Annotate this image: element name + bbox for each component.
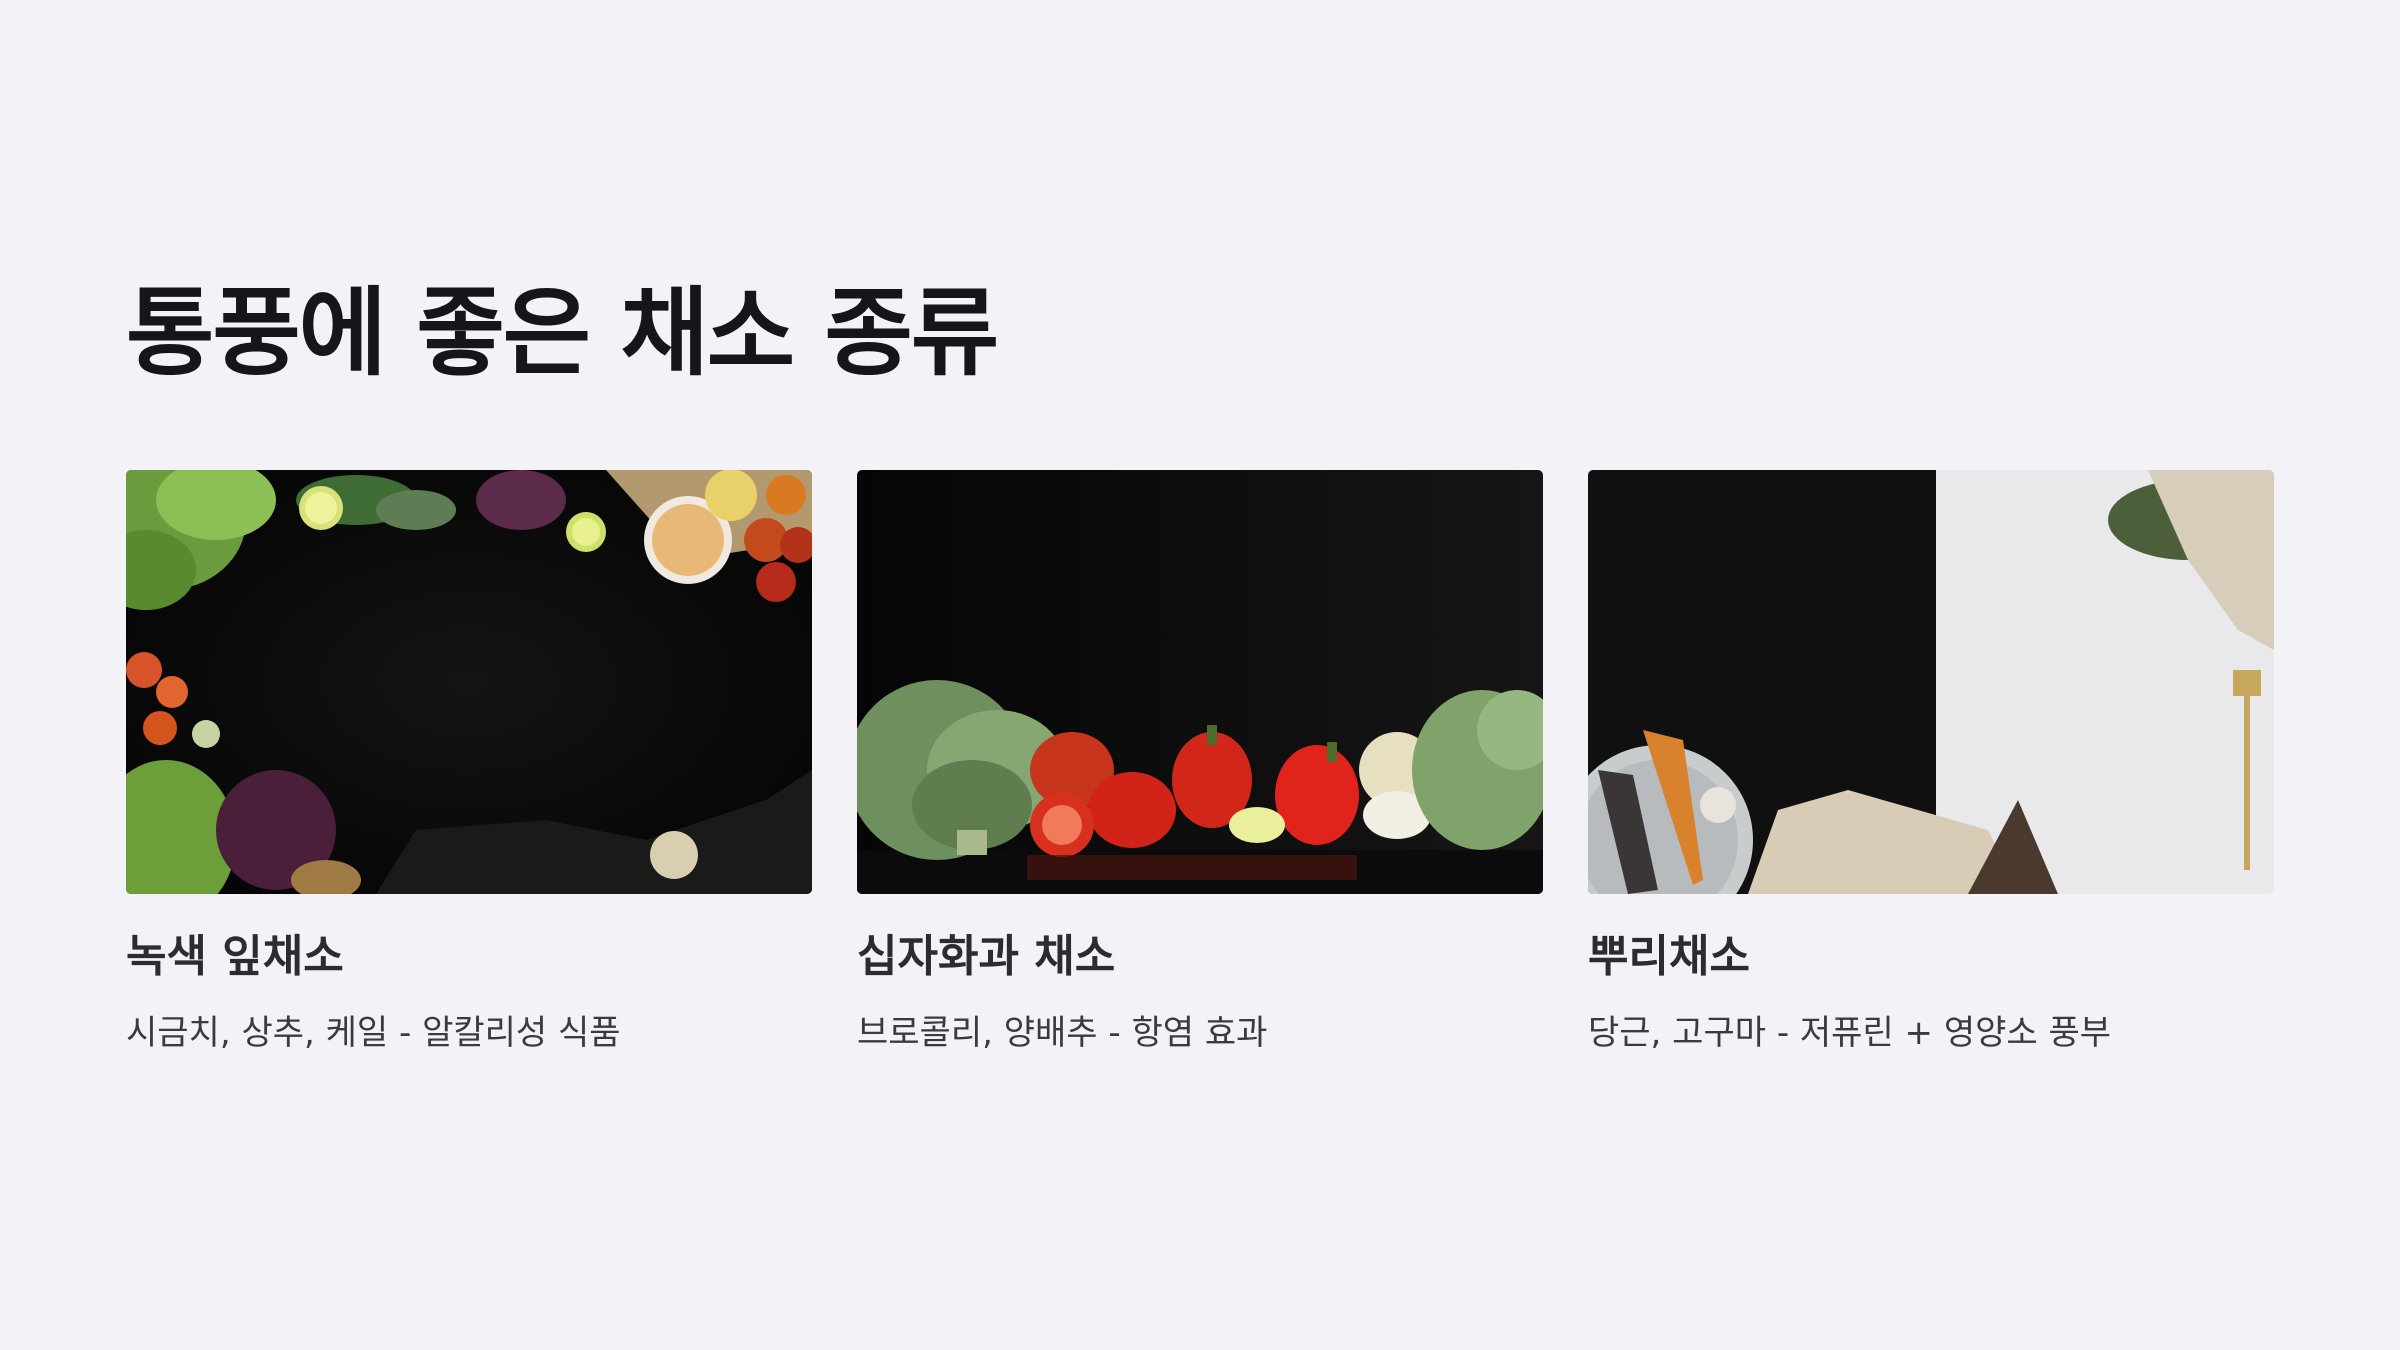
card-leafy-greens: 녹색 잎채소 시금치, 상추, 케일 - 알칼리성 식품 [126, 470, 812, 1055]
card-title: 뿌리채소 [1588, 931, 1750, 982]
card-description: 시금치, 상추, 케일 - 알칼리성 식품 [126, 1013, 621, 1054]
root-vegetables-photo [1588, 470, 2274, 894]
card-cruciferous: 십자화과 채소 브로콜리, 양배추 - 항염 효과 [857, 470, 1543, 1055]
card-title: 녹색 잎채소 [126, 931, 344, 982]
cruciferous-photo [857, 470, 1543, 894]
leafy-greens-photo [126, 470, 812, 894]
vegetable-card-grid: 녹색 잎채소 시금치, 상추, 케일 - 알칼리성 식품 십자화과 채소 브로콜… [126, 470, 2274, 1055]
card-description: 당근, 고구마 - 저퓨린 + 영양소 풍부 [1588, 1013, 2112, 1054]
card-root-vegetables: 뿌리채소 당근, 고구마 - 저퓨린 + 영양소 풍부 [1588, 470, 2274, 1055]
slide-title: 통풍에 좋은 채소 종류 [126, 277, 999, 389]
card-description: 브로콜리, 양배추 - 항염 효과 [857, 1013, 1268, 1054]
card-title: 십자화과 채소 [857, 931, 1116, 982]
